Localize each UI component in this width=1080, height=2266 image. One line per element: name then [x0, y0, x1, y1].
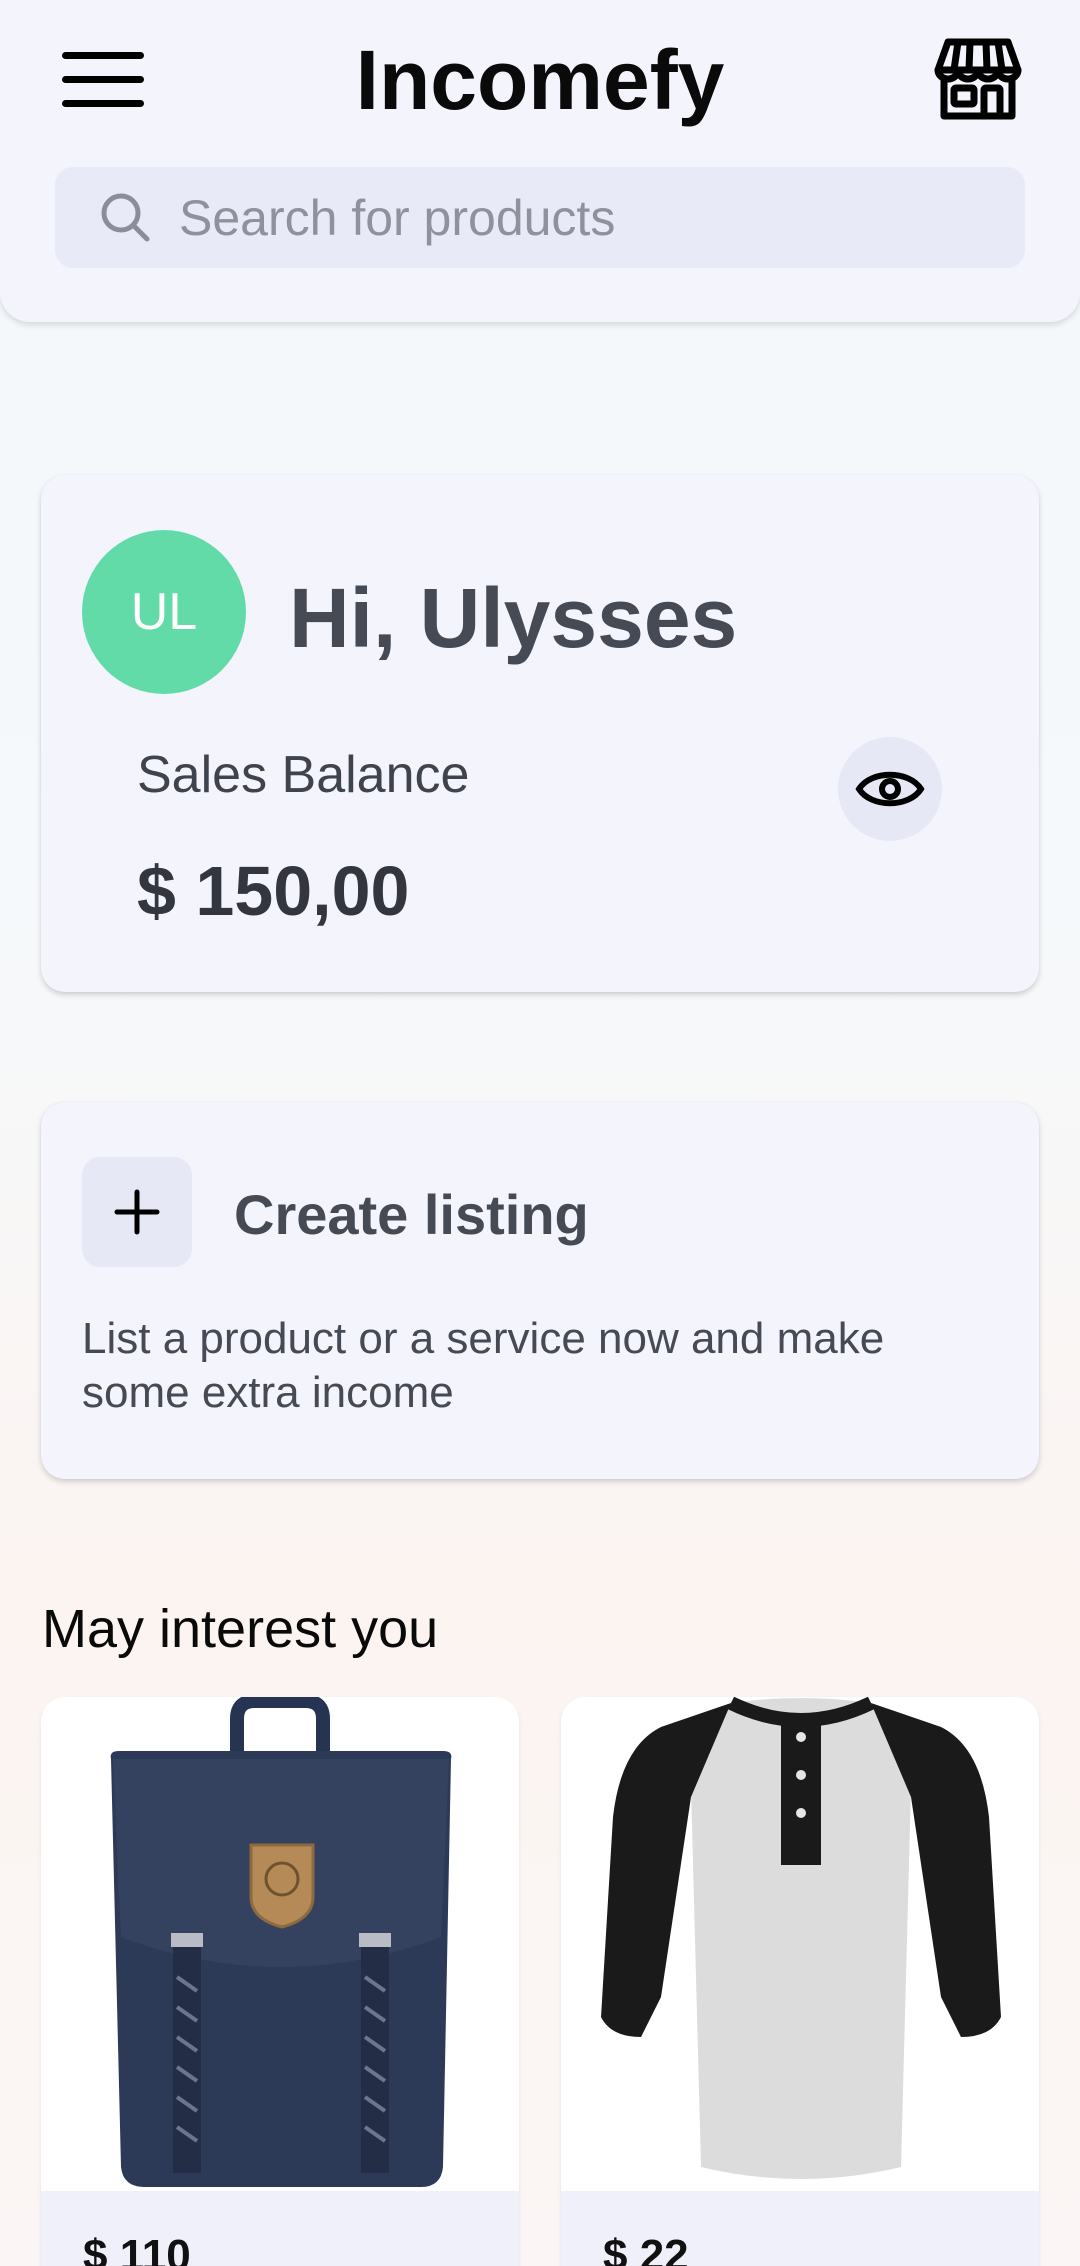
product-price-bar: $ 110 [41, 2191, 519, 2266]
product-card[interactable]: $ 22 [561, 1697, 1039, 2266]
toggle-balance-visibility-button[interactable] [838, 737, 942, 841]
create-listing-description: List a product or a service now and make… [82, 1314, 885, 1417]
create-listing-title: Create listing [234, 1183, 589, 1246]
app-title: Incomefy [355, 33, 725, 127]
search-icon [101, 193, 150, 242]
create-listing-card[interactable]: Create listing List a product or a servi… [41, 1102, 1039, 1479]
product-price: $ 110 [83, 2231, 191, 2266]
avatar[interactable]: UL [82, 530, 246, 694]
create-listing-button[interactable] [82, 1157, 192, 1267]
shirt-image [561, 1697, 1039, 2191]
top-bar: Incomefy [0, 0, 1080, 322]
backpack-image [41, 1697, 519, 2191]
product-card[interactable]: $ 110 [41, 1697, 519, 2266]
balance-card: UL Hi, Ulysses Sales Balance $ 150,00 [41, 475, 1039, 992]
sales-balance-amount: $ 150,00 [137, 852, 410, 930]
search-bar[interactable] [55, 167, 1025, 268]
storefront-icon [934, 38, 1022, 120]
sales-balance-label: Sales Balance [137, 746, 470, 804]
search-input[interactable] [179, 167, 999, 268]
product-price-bar: $ 22 [561, 2191, 1039, 2266]
plus-icon [114, 1189, 160, 1235]
section-title: May interest you [42, 1599, 439, 1659]
greeting-text: Hi, Ulysses [289, 571, 738, 665]
product-price: $ 22 [603, 2231, 689, 2266]
eye-icon [855, 771, 925, 807]
store-button[interactable] [934, 36, 1022, 122]
